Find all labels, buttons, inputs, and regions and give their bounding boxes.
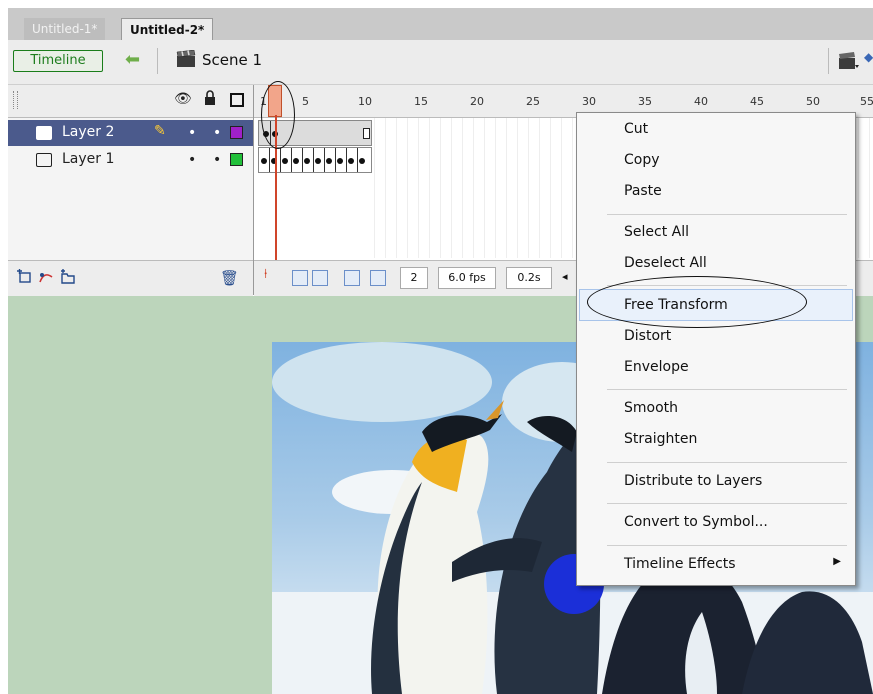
layer-name: Layer 2 bbox=[62, 124, 115, 140]
toolbar-divider bbox=[157, 48, 158, 74]
menu-item-copy[interactable]: Copy bbox=[624, 152, 660, 168]
layer-row-layer-1[interactable]: Layer 1 • • bbox=[8, 147, 253, 173]
layer-outline-color[interactable] bbox=[230, 153, 243, 166]
context-menu: Cut Copy Paste Select All Deselect All F… bbox=[576, 112, 856, 586]
keyframe-dot[interactable] bbox=[348, 158, 354, 164]
keyframe-dot[interactable] bbox=[337, 158, 343, 164]
menu-separator bbox=[607, 545, 847, 546]
annotation-circle bbox=[261, 81, 295, 149]
toolbar-divider bbox=[828, 48, 829, 74]
ruler-tick: 5 bbox=[302, 95, 309, 108]
scene-name: Scene 1 bbox=[202, 51, 263, 69]
menu-item-distribute-to-layers[interactable]: Distribute to Layers bbox=[624, 473, 762, 489]
menu-separator bbox=[607, 462, 847, 463]
frame-divider bbox=[346, 148, 347, 172]
ruler-tick: 45 bbox=[750, 95, 764, 108]
lock-dot-icon[interactable]: • bbox=[213, 125, 221, 141]
keyframe-dot[interactable] bbox=[326, 158, 332, 164]
layer-outline-color[interactable] bbox=[230, 126, 243, 139]
keyframe-dot[interactable] bbox=[261, 158, 267, 164]
edit-bar: Timeline ⬅ Scene 1 ◆ bbox=[8, 40, 873, 85]
onion-skin-icon[interactable] bbox=[292, 270, 308, 286]
ruler-tick: 10 bbox=[358, 95, 372, 108]
frame-divider bbox=[335, 148, 336, 172]
menu-item-deselect-all[interactable]: Deselect All bbox=[624, 255, 707, 271]
frame-divider bbox=[291, 148, 292, 172]
modify-onion-markers-icon[interactable] bbox=[370, 270, 386, 286]
frame-divider bbox=[357, 148, 358, 172]
menu-separator bbox=[607, 389, 847, 390]
frame-divider bbox=[302, 148, 303, 172]
ruler-tick: 15 bbox=[414, 95, 428, 108]
layer-icon bbox=[36, 153, 52, 167]
clapperboard-icon bbox=[176, 50, 196, 67]
submenu-arrow-icon: ▶ bbox=[833, 556, 841, 567]
keyframe-dot[interactable] bbox=[304, 158, 310, 164]
ruler-tick: 25 bbox=[526, 95, 540, 108]
layers-panel: 👁 Layer 2 ✎ • • Layer 1 • • 🗑 bbox=[8, 85, 254, 296]
ruler-tick: 50 bbox=[806, 95, 820, 108]
ruler-tick: 30 bbox=[582, 95, 596, 108]
menu-item-convert-to-symbol[interactable]: Convert to Symbol... bbox=[624, 514, 768, 530]
show-hide-all-icon[interactable]: 👁 bbox=[174, 91, 192, 107]
back-arrow-icon[interactable]: ⬅ bbox=[125, 50, 140, 70]
document-tab-bar: Untitled-1* Untitled-2* bbox=[8, 8, 873, 41]
end-frame-marker bbox=[363, 128, 370, 139]
menu-item-select-all[interactable]: Select All bbox=[624, 224, 689, 240]
layers-toolbar: 🗑 bbox=[8, 260, 253, 296]
current-frame-field: 2 bbox=[400, 267, 428, 289]
scroll-left-icon[interactable]: ◂ bbox=[562, 270, 568, 283]
menu-item-paste[interactable]: Paste bbox=[624, 183, 662, 199]
center-frame-icon[interactable]: ⍿ bbox=[264, 267, 267, 282]
layer-icon bbox=[36, 126, 52, 140]
menu-item-straighten[interactable]: Straighten bbox=[624, 431, 697, 447]
ruler-tick: 40 bbox=[694, 95, 708, 108]
delete-layer-icon[interactable]: 🗑 bbox=[220, 269, 239, 287]
insert-layer-folder-icon[interactable] bbox=[60, 269, 76, 285]
visibility-dot-icon[interactable]: • bbox=[188, 152, 196, 168]
menu-separator bbox=[607, 214, 847, 215]
timeline-toggle-button[interactable]: Timeline bbox=[13, 50, 103, 72]
layer-row-layer-2[interactable]: Layer 2 ✎ • • bbox=[8, 120, 253, 146]
frame-divider bbox=[313, 148, 314, 172]
pencil-icon: ✎ bbox=[154, 123, 166, 139]
panel-grip-icon[interactable] bbox=[13, 91, 18, 109]
menu-item-cut[interactable]: Cut bbox=[624, 121, 648, 137]
elapsed-time-field: 0.2s bbox=[506, 267, 552, 289]
keyframe-dot[interactable] bbox=[282, 158, 288, 164]
ruler-tick: 35 bbox=[638, 95, 652, 108]
edit-scene-icon[interactable] bbox=[838, 52, 860, 70]
add-motion-guide-icon[interactable] bbox=[38, 269, 54, 285]
menu-item-envelope[interactable]: Envelope bbox=[624, 359, 689, 375]
layer-name: Layer 1 bbox=[62, 151, 115, 167]
outline-all-icon[interactable] bbox=[230, 93, 244, 107]
onion-skin-outlines-icon[interactable] bbox=[312, 270, 328, 286]
menu-item-distort[interactable]: Distort bbox=[624, 328, 671, 344]
ruler-tick: 20 bbox=[470, 95, 484, 108]
tab-untitled-1[interactable]: Untitled-1* bbox=[24, 18, 106, 40]
frame-rate-field[interactable]: 6.0 fps bbox=[438, 267, 496, 289]
edit-multiple-frames-icon[interactable] bbox=[344, 270, 360, 286]
insert-layer-icon[interactable] bbox=[16, 269, 32, 285]
lock-all-icon[interactable] bbox=[204, 90, 216, 106]
tab-untitled-2[interactable]: Untitled-2* bbox=[121, 18, 214, 41]
edit-symbol-icon[interactable]: ◆ bbox=[864, 50, 873, 64]
ruler-tick: 55 bbox=[860, 95, 873, 108]
keyframe-dot[interactable] bbox=[315, 158, 321, 164]
frame-divider bbox=[324, 148, 325, 172]
annotation-ellipse bbox=[587, 276, 807, 328]
layers-header: 👁 bbox=[8, 85, 253, 118]
menu-separator bbox=[607, 503, 847, 504]
frame-divider bbox=[280, 148, 281, 172]
keyframe-dot[interactable] bbox=[293, 158, 299, 164]
frame-divider bbox=[269, 148, 270, 172]
lock-dot-icon[interactable]: • bbox=[213, 152, 221, 168]
menu-item-smooth[interactable]: Smooth bbox=[624, 400, 678, 416]
visibility-dot-icon[interactable]: • bbox=[188, 125, 196, 141]
keyframe-dot[interactable] bbox=[359, 158, 365, 164]
menu-item-timeline-effects[interactable]: Timeline Effects bbox=[624, 556, 736, 572]
